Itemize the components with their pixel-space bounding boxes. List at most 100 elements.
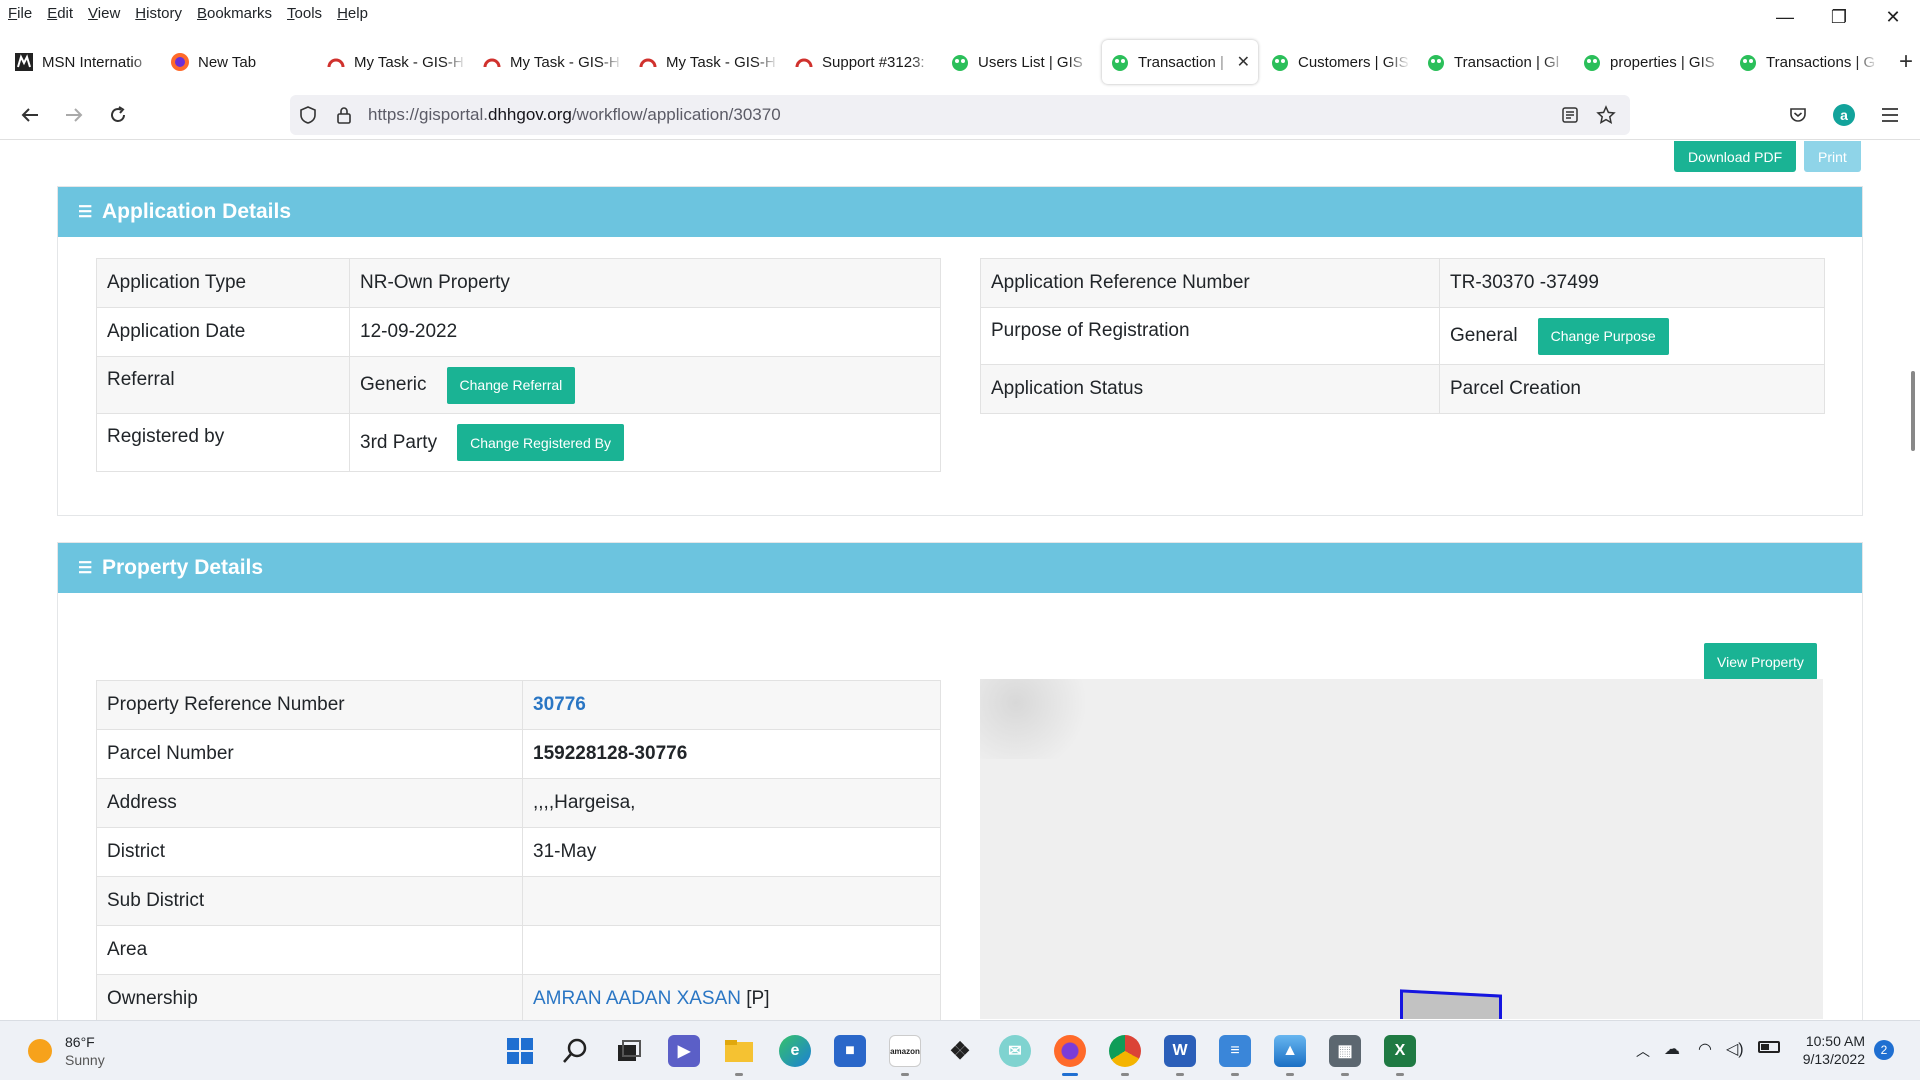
menu-history[interactable]: History xyxy=(135,5,182,22)
sun-weather-icon[interactable] xyxy=(28,1039,52,1063)
cloud-icon[interactable]: ☁ xyxy=(1664,1039,1680,1059)
volume-icon[interactable]: ◁) xyxy=(1726,1039,1744,1059)
owner-link[interactable]: AMRAN AADAN XASAN xyxy=(533,988,741,1009)
tab-transaction-active[interactable]: Transaction | ✕ xyxy=(1102,40,1258,84)
task-view-icon[interactable] xyxy=(613,1035,645,1067)
frog-icon xyxy=(1270,52,1290,72)
tab-label: My Task - GIS-H xyxy=(510,53,620,71)
tab-support[interactable]: Support #3123: xyxy=(786,38,942,86)
running-indicator xyxy=(1231,1073,1239,1076)
referral-value: Generic xyxy=(360,374,427,395)
pocket-icon[interactable] xyxy=(1778,95,1818,135)
firefox-taskbar-icon[interactable] xyxy=(1054,1035,1086,1067)
forward-arrow-icon xyxy=(66,107,83,122)
reload-button[interactable] xyxy=(96,95,140,135)
photos-icon[interactable]: ▲ xyxy=(1274,1035,1306,1067)
word-icon[interactable]: W xyxy=(1164,1035,1196,1067)
clock[interactable]: 10:50 AM 9/13/2022 xyxy=(1795,1032,1865,1068)
menu-bar: File Edit View History Bookmarks Tools H… xyxy=(0,0,1920,26)
shield-icon[interactable] xyxy=(290,97,326,133)
tab-my-task-1[interactable]: My Task - GIS-H xyxy=(318,38,474,86)
chrome-icon[interactable] xyxy=(1109,1035,1141,1067)
menu-help[interactable]: Help xyxy=(337,5,368,22)
print-button[interactable]: Print xyxy=(1804,141,1861,172)
table-row: Application Date 12-09-2022 xyxy=(96,307,941,357)
tab-users-list[interactable]: Users List | GIS xyxy=(942,38,1098,86)
notepad-icon[interactable]: ≡ xyxy=(1219,1035,1251,1067)
hamburger-menu-icon[interactable] xyxy=(1870,95,1910,135)
restore-button[interactable]: ❐ xyxy=(1812,0,1866,34)
menu-view[interactable]: View xyxy=(88,5,120,22)
back-button[interactable] xyxy=(8,95,52,135)
close-tab-icon[interactable]: ✕ xyxy=(1237,52,1250,72)
clock-time: 10:50 AM xyxy=(1805,1033,1865,1049)
menu-edit[interactable]: Edit xyxy=(47,5,73,22)
frog-icon xyxy=(1426,52,1446,72)
tab-label: properties | GIS xyxy=(1610,53,1715,71)
microsoft-store-icon[interactable]: ■ xyxy=(834,1035,866,1067)
table-row: Application Status Parcel Creation xyxy=(980,364,1825,414)
notification-badge[interactable]: 2 xyxy=(1874,1040,1894,1060)
tab-msn[interactable]: MSN Internatio xyxy=(6,38,162,86)
new-tab-button[interactable]: + xyxy=(1892,42,1920,82)
menu-file[interactable]: File xyxy=(8,5,32,22)
battery-icon[interactable] xyxy=(1758,1041,1780,1053)
change-referral-button[interactable]: Change Referral xyxy=(446,366,576,404)
menu-tools[interactable]: Tools xyxy=(287,5,322,22)
tab-my-task-2[interactable]: My Task - GIS-H xyxy=(474,38,630,86)
tab-transactions[interactable]: Transactions | G xyxy=(1730,38,1886,86)
tab-label: MSN Internatio xyxy=(42,53,143,71)
district-label: District xyxy=(96,827,523,877)
tab-customers[interactable]: Customers | GIS xyxy=(1262,38,1418,86)
clock-date: 9/13/2022 xyxy=(1802,1051,1865,1067)
address-bar[interactable]: https://gisportal.dhhgov.org/workflow/ap… xyxy=(290,95,1630,135)
address-value: ,,,,Hargeisa, xyxy=(522,778,941,828)
running-indicator xyxy=(1286,1073,1294,1076)
dropbox-icon[interactable]: ❖ xyxy=(944,1035,976,1067)
download-pdf-button[interactable]: Download PDF xyxy=(1674,141,1797,172)
tab-new-tab[interactable]: New Tab xyxy=(162,38,318,86)
view-property-button[interactable]: View Property xyxy=(1704,643,1817,680)
tab-label: Users List | GIS xyxy=(978,53,1083,71)
menu-bookmarks[interactable]: Bookmarks xyxy=(197,5,272,22)
amazon-icon[interactable]: amazon xyxy=(889,1035,921,1067)
tab-transaction-2[interactable]: Transaction | Gl xyxy=(1418,38,1574,86)
property-reference-link[interactable]: 30776 xyxy=(522,680,941,730)
application-details-header: ☰ Application Details xyxy=(58,187,1862,237)
chevron-up-icon[interactable]: ︿ xyxy=(1636,1041,1650,1061)
frog-icon xyxy=(1738,52,1758,72)
wifi-icon[interactable]: ◠ xyxy=(1698,1039,1712,1059)
file-explorer-icon[interactable] xyxy=(723,1035,755,1067)
mail-app-icon[interactable]: ✉ xyxy=(999,1035,1031,1067)
tab-my-task-3[interactable]: My Task - GIS-H xyxy=(630,38,786,86)
account-avatar-icon[interactable]: a xyxy=(1824,95,1864,135)
calculator-icon[interactable]: ▦ xyxy=(1329,1035,1361,1067)
gis-task-icon xyxy=(482,52,502,72)
weather-widget[interactable]: 86°F Sunny xyxy=(65,1033,105,1069)
tab-properties[interactable]: properties | GIS xyxy=(1574,38,1730,86)
running-indicator xyxy=(1396,1073,1404,1076)
minimize-button[interactable]: — xyxy=(1758,0,1812,34)
change-registered-by-button[interactable]: Change Registered By xyxy=(457,424,624,461)
close-window-button[interactable]: ✕ xyxy=(1866,0,1920,34)
bookmark-star-icon[interactable] xyxy=(1588,97,1624,133)
windows-start-icon[interactable] xyxy=(504,1035,536,1067)
page-scrollbar[interactable] xyxy=(1911,371,1915,451)
search-icon[interactable] xyxy=(559,1035,591,1067)
reader-view-icon[interactable] xyxy=(1552,97,1588,133)
running-indicator xyxy=(1341,1073,1349,1076)
forward-button[interactable] xyxy=(52,95,96,135)
property-map[interactable] xyxy=(980,679,1823,1019)
application-details-panel: ☰ Application Details Application Type N… xyxy=(57,186,1863,516)
property-table: Property Reference Number 30776 Parcel N… xyxy=(96,680,941,1020)
registered-by-cell: 3rd Party Change Registered By xyxy=(349,413,941,472)
teams-chat-icon[interactable]: ▶ xyxy=(668,1035,700,1067)
parcel-polygon[interactable] xyxy=(1400,989,1502,1019)
edge-icon[interactable]: e xyxy=(779,1035,811,1067)
excel-icon[interactable]: X xyxy=(1384,1035,1416,1067)
frog-icon xyxy=(1110,52,1130,72)
change-purpose-button[interactable]: Change Purpose xyxy=(1537,317,1669,355)
ownership-label: Ownership xyxy=(96,974,523,1020)
lock-icon[interactable] xyxy=(326,97,362,133)
table-row: Referral Generic Change Referral xyxy=(96,356,941,414)
